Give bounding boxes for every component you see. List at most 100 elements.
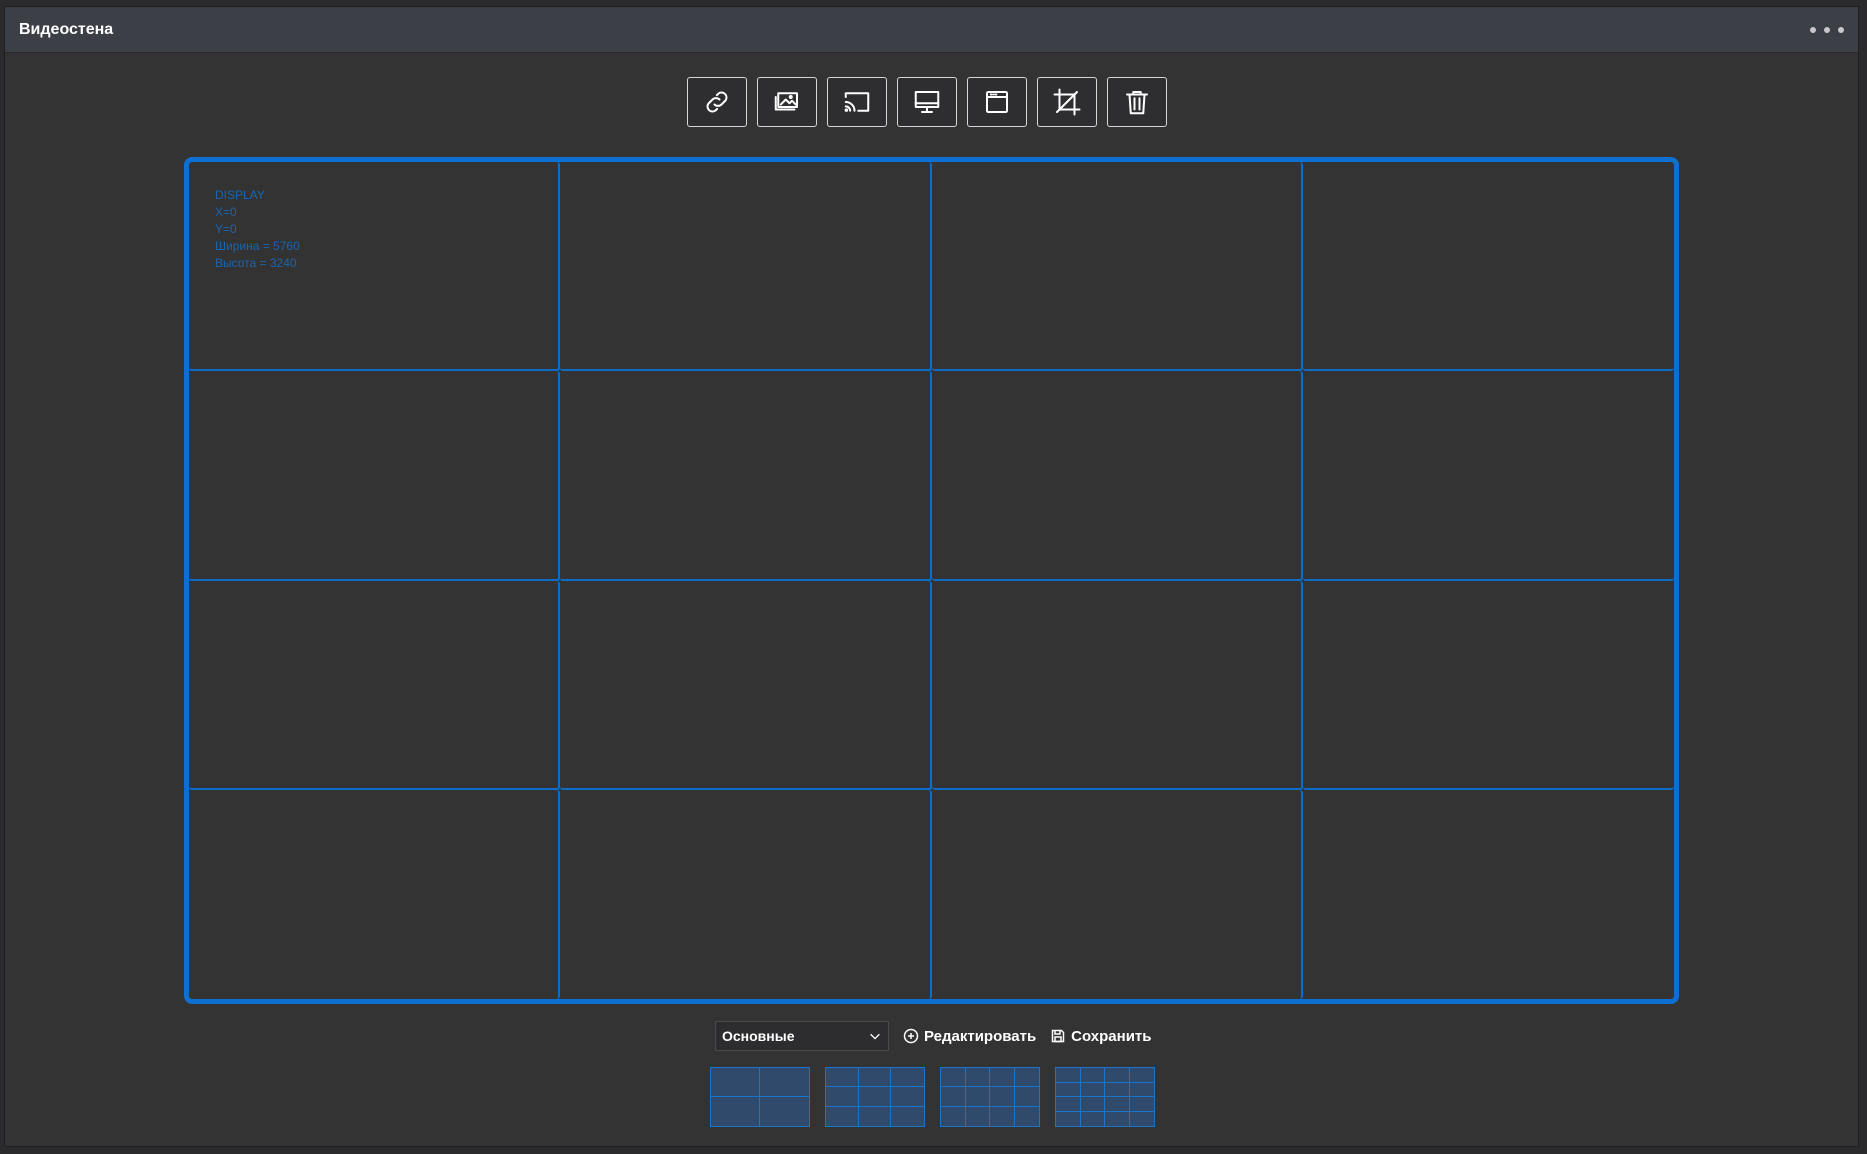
layout-cell <box>1080 1068 1105 1083</box>
crop-button[interactable] <box>1037 77 1097 127</box>
monitor-icon <box>914 91 940 113</box>
layout-cell <box>891 1087 924 1107</box>
layout-cell <box>966 1106 990 1126</box>
wall-cell[interactable] <box>189 789 561 999</box>
layout-cell <box>826 1087 859 1107</box>
layout-cell <box>990 1068 1015 1088</box>
layout-cell <box>941 1106 966 1126</box>
cast-icon <box>844 92 870 112</box>
layout-cell <box>1080 1097 1105 1112</box>
wall-cell[interactable] <box>560 162 932 372</box>
wall-grid <box>189 162 1674 999</box>
wall-cell[interactable] <box>931 580 1303 790</box>
layout-cell <box>1129 1068 1154 1083</box>
layout-cell <box>1080 1082 1105 1097</box>
layout-presets <box>710 1067 1155 1127</box>
layout-cell <box>1129 1083 1154 1097</box>
more-dot-icon <box>1838 27 1844 33</box>
layout-cell <box>990 1106 1015 1126</box>
wall-cell[interactable] <box>1302 581 1674 790</box>
layout-cell <box>1015 1107 1040 1126</box>
images-button[interactable] <box>757 77 817 127</box>
monitor-button[interactable] <box>897 77 957 127</box>
wall-cell[interactable] <box>931 371 1303 581</box>
layout-cell <box>1081 1111 1105 1126</box>
plus-circle-icon <box>903 1028 919 1044</box>
toolbar <box>687 77 1167 127</box>
save-icon <box>1051 1029 1065 1043</box>
wall-cell[interactable] <box>1302 162 1674 372</box>
link-button[interactable] <box>687 77 747 127</box>
layout-cell <box>826 1068 859 1088</box>
display-name: DISPLAY <box>215 188 265 202</box>
preset-dropdown[interactable]: Основные <box>715 1021 889 1051</box>
window-button[interactable] <box>967 77 1027 127</box>
layout-cell <box>1105 1082 1130 1097</box>
link-icon <box>706 91 728 113</box>
edit-button[interactable]: Редактировать <box>903 1028 1036 1045</box>
layout-cell <box>858 1087 892 1107</box>
layout-4x3-button[interactable] <box>940 1067 1040 1127</box>
layout-cell <box>1056 1097 1081 1112</box>
layout-cell <box>891 1068 924 1088</box>
layout-cell <box>941 1068 966 1088</box>
wall-cell[interactable] <box>560 580 932 790</box>
save-button[interactable]: Сохранить <box>1050 1027 1152 1045</box>
preset-dropdown-value: Основные <box>722 1028 795 1044</box>
display-width: Ширина = 5760 <box>215 239 300 253</box>
layout-cell <box>711 1097 760 1126</box>
wall-cell[interactable] <box>932 789 1303 999</box>
layout-cell <box>1056 1111 1081 1126</box>
trash-icon <box>1126 91 1148 115</box>
preset-controls: Основные Редактировать Сохранить <box>715 1020 1152 1052</box>
layout-cell <box>1105 1111 1130 1126</box>
layout-3x3-button[interactable] <box>825 1067 925 1127</box>
wall-cell[interactable] <box>560 371 932 581</box>
layout-cell <box>711 1068 760 1097</box>
layout-cell <box>1014 1068 1039 1088</box>
display-x: X=0 <box>215 205 237 219</box>
layout-cell <box>1056 1068 1081 1083</box>
title-bar: Видеостена <box>5 7 1858 53</box>
display-y: Y=0 <box>215 222 237 236</box>
wall-cell[interactable] <box>560 789 932 999</box>
more-dot-icon <box>1810 27 1816 33</box>
chevron-down-icon <box>870 1033 880 1040</box>
edit-label: Редактировать <box>924 1027 1037 1045</box>
wall-cell[interactable] <box>189 371 561 581</box>
layout-cell <box>826 1106 859 1126</box>
layout-cell <box>965 1087 990 1107</box>
layout-cell <box>1056 1082 1081 1097</box>
layout-cell <box>760 1097 809 1126</box>
layout-cell <box>760 1068 809 1097</box>
wall-cell[interactable] <box>189 580 561 790</box>
more-options-button[interactable] <box>1810 19 1844 41</box>
layout-cell <box>1105 1068 1130 1083</box>
layout-cell <box>941 1087 966 1107</box>
display-info: DISPLAY X=0 Y=0 Ширина = 5760 Высота = 3… <box>215 187 300 272</box>
video-wall-canvas[interactable]: DISPLAY X=0 Y=0 Ширина = 5760 Высота = 3… <box>184 157 1679 1004</box>
layout-cell <box>891 1107 924 1126</box>
layout-cell <box>1105 1097 1130 1112</box>
layout-cell <box>965 1068 990 1088</box>
layout-cell <box>859 1106 892 1126</box>
crop-icon <box>1053 88 1081 116</box>
save-label: Сохранить <box>1071 1027 1152 1045</box>
layout-cell <box>1014 1087 1039 1107</box>
layout-2x2-button[interactable] <box>710 1067 810 1127</box>
layout-cell <box>858 1068 892 1088</box>
cast-button[interactable] <box>827 77 887 127</box>
layout-cell <box>1129 1097 1154 1112</box>
wall-cell[interactable] <box>1302 371 1674 581</box>
window-icon <box>986 91 1008 113</box>
images-icon <box>774 92 798 111</box>
display-height: Высота = 3240 <box>215 256 297 270</box>
window-title: Видеостена <box>19 21 114 38</box>
more-dot-icon <box>1824 27 1830 33</box>
layout-cell <box>1130 1112 1155 1127</box>
wall-cell[interactable] <box>1303 790 1674 999</box>
delete-button[interactable] <box>1107 77 1167 127</box>
layout-cell <box>990 1087 1015 1107</box>
layout-4x4-button[interactable] <box>1055 1067 1155 1127</box>
wall-cell[interactable] <box>931 162 1303 372</box>
